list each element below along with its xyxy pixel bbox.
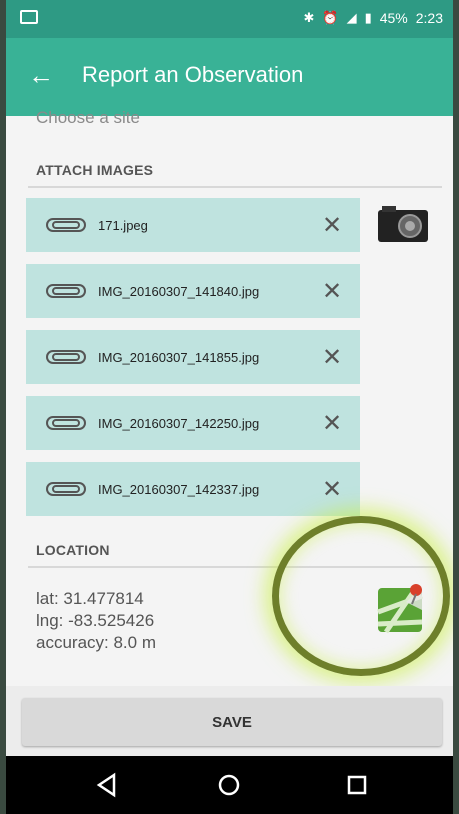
attachment-filename: 171.jpeg [98, 217, 148, 233]
alarm-icon: ⏰ [322, 10, 339, 25]
attachment-row[interactable]: 171.jpeg ✕ [26, 198, 360, 252]
site-hint[interactable]: Choose a site [36, 108, 140, 128]
close-icon[interactable]: ✕ [312, 409, 352, 438]
attach-images-title: ATTACH IMAGES [36, 162, 154, 178]
paperclip-icon [46, 283, 88, 299]
attachment-filename: IMG_20160307_141855.jpg [98, 349, 260, 365]
back-triangle-icon[interactable] [92, 770, 122, 800]
arrow-back-icon[interactable]: ← [28, 60, 54, 90]
battery-icon: ▮ [364, 10, 372, 25]
close-icon[interactable]: ✕ [312, 475, 352, 504]
location-title: LOCATION [36, 542, 110, 558]
attachment-filename: IMG_20160307_141840.jpg [98, 283, 260, 299]
close-icon[interactable]: ✕ [312, 343, 352, 372]
close-icon[interactable]: ✕ [312, 211, 352, 240]
attachment-filename: IMG_20160307_142250.jpg [98, 415, 260, 431]
attachment-filename: IMG_20160307_142337.jpg [98, 481, 260, 497]
bluetooth-icon: ✱ [303, 10, 315, 25]
location-readout: lat: 31.477814 lng: -83.525426 accuracy:… [36, 588, 156, 654]
accuracy: accuracy: 8.0 m [36, 633, 156, 652]
attachment-row[interactable]: IMG_20160307_142337.jpg ✕ [26, 462, 360, 516]
save-bar: SAVE [6, 686, 453, 756]
close-icon[interactable]: ✕ [312, 277, 352, 306]
paperclip-icon [46, 415, 88, 431]
app-bar: ← Report an Observation [6, 38, 453, 116]
home-circle-icon[interactable] [214, 770, 244, 800]
signal-icon: ◢ [346, 10, 357, 25]
notification-icon [20, 10, 38, 24]
save-button[interactable]: SAVE [22, 698, 442, 746]
page-title: Report an Observation [82, 62, 304, 87]
paperclip-icon [46, 217, 88, 233]
paperclip-icon [46, 349, 88, 365]
latitude: lat: 31.477814 [36, 589, 144, 608]
longitude: lng: -83.525426 [36, 611, 155, 630]
status-bar: ✱ ⏰ ◢ ▮ 45% 2:23 [6, 0, 453, 38]
paperclip-icon [46, 481, 88, 497]
nav-bar [6, 756, 453, 814]
recents-square-icon[interactable] [342, 770, 372, 800]
camera-icon[interactable] [376, 204, 430, 244]
attachment-row[interactable]: IMG_20160307_141855.jpg ✕ [26, 330, 360, 384]
attachment-row[interactable]: IMG_20160307_142250.jpg ✕ [26, 396, 360, 450]
phone-screen: ✱ ⏰ ◢ ▮ 45% 2:23 ← Report an Observation… [6, 0, 453, 814]
clock: 2:23 [415, 10, 443, 26]
observation-form: Choose a site ATTACH IMAGES 171.jpeg ✕ I… [6, 108, 453, 686]
battery-percent: 45% [379, 10, 408, 26]
divider [28, 186, 442, 188]
map-pin-icon[interactable] [376, 582, 428, 634]
attachment-row[interactable]: IMG_20160307_141840.jpg ✕ [26, 264, 360, 318]
